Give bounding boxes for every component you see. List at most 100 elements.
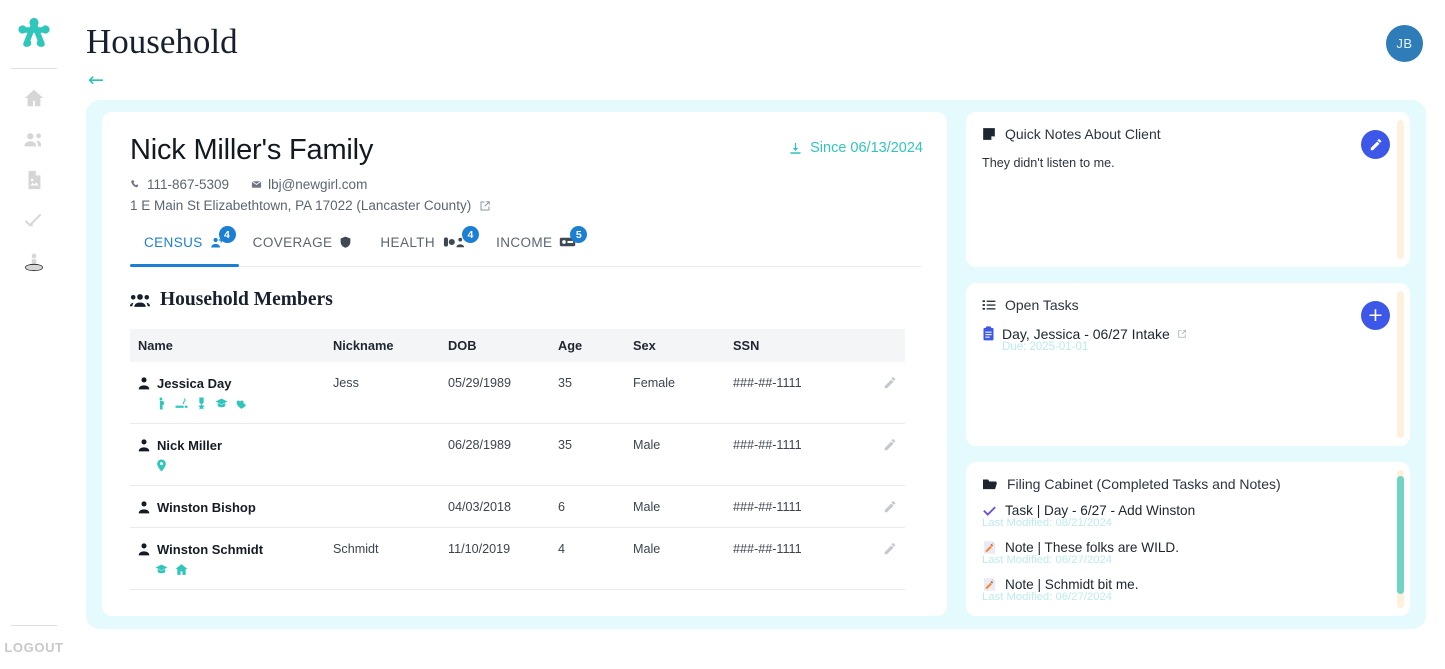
tab-health-label: HEALTH: [380, 235, 435, 250]
military-medal-icon: [195, 397, 208, 413]
open-task-item[interactable]: Day, Jessica - 06/27 IntakeDue: 2025-01-…: [982, 326, 1394, 353]
cell-dob: 06/28/1989: [440, 424, 550, 486]
sidebar-item-locations[interactable]: [23, 251, 45, 273]
list-icon: [982, 298, 996, 312]
cell-dob: 11/10/2019: [440, 528, 550, 590]
tab-coverage[interactable]: COVERAGE: [239, 229, 367, 266]
filing-cabinet-list: Task | Day - 6/27 - Add WinstonLast Modi…: [982, 503, 1394, 603]
person-icon: [138, 501, 150, 514]
address-value: 1 E Main St Elizabethtown, PA 17022 (Lan…: [130, 198, 471, 213]
col-name: Name: [130, 329, 325, 362]
filing-cabinet-item[interactable]: Note | Schmidt bit me.Last Modified: 06/…: [982, 577, 1394, 603]
graduation-cap-icon: [155, 563, 168, 579]
cell-edit[interactable]: [865, 424, 905, 486]
filing-item-modified: Last Modified: 06/27/2024: [982, 554, 1394, 566]
cell-age: 4: [550, 528, 625, 590]
filing-cabinet-item[interactable]: Note | These folks are WILD.Last Modifie…: [982, 540, 1394, 566]
since-indicator[interactable]: Since 06/13/2024: [788, 140, 923, 156]
logout-button[interactable]: LOGOUT: [0, 640, 68, 655]
edit-member-pencil-icon[interactable]: [883, 438, 897, 452]
email-value: lbj@newgirl.com: [268, 177, 367, 192]
sidebar-divider-bottom: [11, 625, 57, 626]
person-icon: [138, 377, 150, 390]
col-nickname: Nickname: [325, 329, 440, 362]
cell-edit[interactable]: [865, 528, 905, 590]
cell-sex: Female: [625, 362, 725, 424]
quick-notes-title-label: Quick Notes About Client: [1005, 126, 1161, 142]
home-icon: [175, 563, 188, 579]
open-tasks-list: Day, Jessica - 06/27 IntakeDue: 2025-01-…: [982, 326, 1394, 353]
section-title: Household Members: [130, 289, 921, 311]
table-row[interactable]: Winston SchmidtSchmidt11/10/20194Male###…: [130, 528, 905, 590]
open-task-title: Day, Jessica - 06/27 Intake: [1002, 326, 1170, 342]
col-sex: Sex: [625, 329, 725, 362]
sidebar-item-home[interactable]: [23, 87, 45, 109]
clipboard-icon: [982, 326, 995, 341]
tab-census-label: CENSUS: [144, 235, 203, 250]
external-link-icon[interactable]: [1177, 329, 1187, 339]
filing-cabinet-panel: Filing Cabinet (Completed Tasks and Note…: [966, 462, 1410, 616]
quick-notes-body: They didn't listen to me.: [982, 156, 1394, 170]
cell-name: Winston Bishop: [130, 486, 325, 528]
phone-icon: [130, 179, 141, 190]
cell-ssn: ###-##-1111: [725, 362, 865, 424]
cell-name: Jessica Day: [130, 362, 325, 424]
edit-member-pencil-icon[interactable]: [883, 542, 897, 556]
cell-nickname: Jess: [325, 362, 440, 424]
phone-value: 111-867-5309: [147, 177, 229, 192]
member-status-icons: [138, 397, 317, 413]
plus-icon: +: [1368, 306, 1384, 325]
table-row[interactable]: Nick Miller06/28/198935Male###-##-1111: [130, 424, 905, 486]
tab-health-badge: 4: [462, 226, 479, 243]
tab-health[interactable]: HEALTH 4: [366, 229, 482, 266]
quick-notes-title: Quick Notes About Client: [982, 126, 1394, 142]
member-status-icons: [138, 459, 317, 475]
member-name: Nick Miller: [157, 438, 222, 453]
table-row[interactable]: Jessica DayJess05/29/198935Female###-##-…: [130, 362, 905, 424]
cell-dob: 04/03/2018: [440, 486, 550, 528]
back-arrow-button[interactable]: ←: [88, 71, 104, 90]
avatar[interactable]: JB: [1386, 25, 1423, 62]
edit-member-pencil-icon[interactable]: [883, 376, 897, 390]
page-title: Household: [86, 22, 238, 62]
filing-cabinet-item[interactable]: Task | Day - 6/27 - Add WinstonLast Modi…: [982, 503, 1394, 529]
cell-age: 35: [550, 362, 625, 424]
note-pencil-icon: [982, 577, 997, 592]
envelope-icon: [251, 179, 262, 190]
check-icon: [982, 505, 997, 517]
cell-edit[interactable]: [865, 362, 905, 424]
sidebar-item-tasks[interactable]: [23, 210, 45, 232]
tab-census[interactable]: CENSUS 4: [130, 229, 239, 266]
sidebar-item-people[interactable]: [23, 128, 45, 150]
open-tasks-scrollbar[interactable]: [1397, 291, 1404, 438]
edit-square-icon[interactable]: [479, 200, 491, 212]
quick-notes-scrollbar[interactable]: [1397, 120, 1404, 259]
col-ssn: SSN: [725, 329, 865, 362]
filing-cabinet-title: Filing Cabinet (Completed Tasks and Note…: [982, 476, 1394, 492]
sidebar-item-documents[interactable]: [23, 169, 45, 191]
content-shell: Nick Miller's Family Since 06/13/2024 11…: [86, 100, 1426, 629]
table-row[interactable]: Winston Bishop04/03/20186Male###-##-1111: [130, 486, 905, 528]
download-icon: [788, 141, 803, 156]
edit-notes-button[interactable]: [1361, 130, 1390, 159]
filing-item-title: Task | Day - 6/27 - Add Winston: [1005, 503, 1195, 518]
tab-income[interactable]: INCOME 5: [482, 229, 590, 266]
note-pencil-icon: [982, 540, 997, 555]
filing-cabinet-scrollbar[interactable]: [1397, 470, 1404, 608]
add-task-button[interactable]: +: [1361, 301, 1390, 330]
note-icon: [982, 127, 996, 141]
disability-leaf-icon: [235, 397, 248, 413]
cell-edit[interactable]: [865, 486, 905, 528]
filing-cabinet-title-label: Filing Cabinet (Completed Tasks and Note…: [1007, 476, 1281, 492]
cell-ssn: ###-##-1111: [725, 528, 865, 590]
filing-item-modified: Last Modified: 08/21/2024: [982, 517, 1394, 529]
people-group-icon: [130, 292, 150, 309]
cell-nickname: [325, 486, 440, 528]
member-status-icons: [138, 563, 317, 579]
app-logo-icon[interactable]: [14, 14, 54, 54]
tab-coverage-label: COVERAGE: [253, 235, 333, 250]
location-pin-icon: [155, 459, 168, 475]
edit-member-pencil-icon[interactable]: [883, 500, 897, 514]
member-name: Winston Schmidt: [157, 542, 263, 557]
cell-dob: 05/29/1989: [440, 362, 550, 424]
